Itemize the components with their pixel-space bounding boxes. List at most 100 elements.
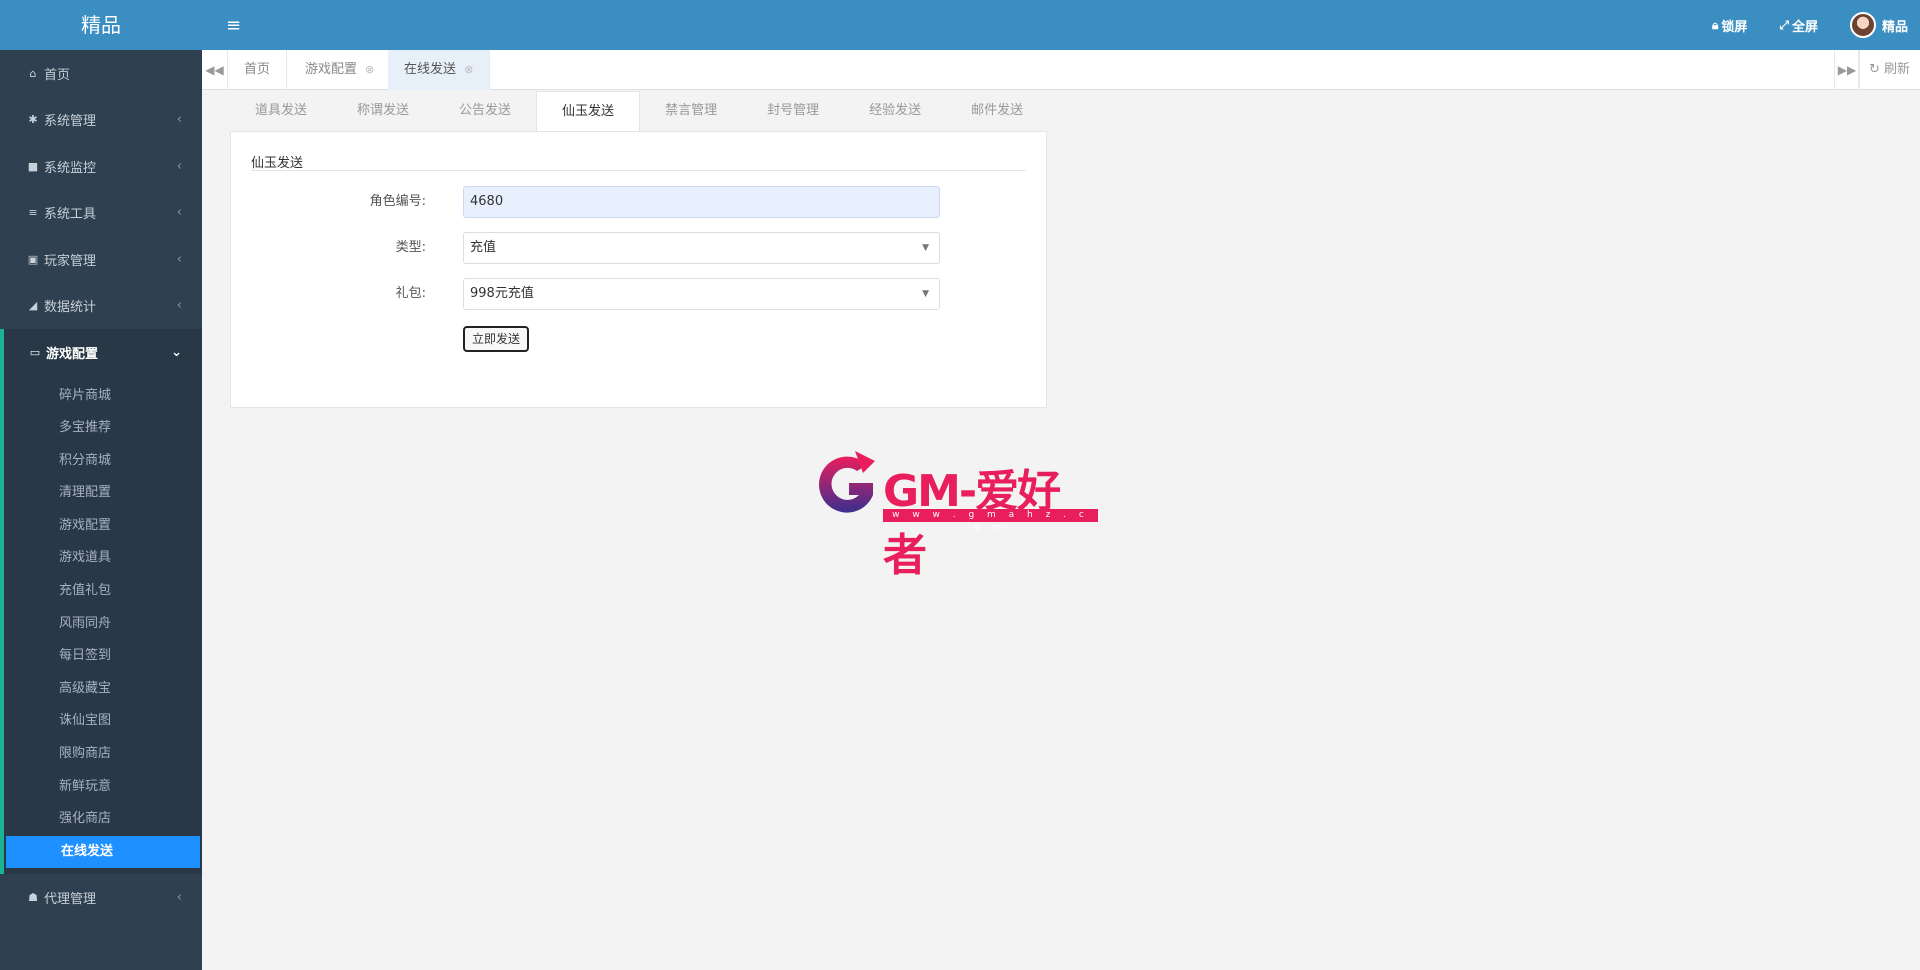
top-right-actions: 🔒︎ 锁屏 ⤢ 全屏 精品 bbox=[1680, 0, 1908, 50]
tabs-scroll-left-icon[interactable]: ◀◀ bbox=[202, 50, 228, 90]
sidebar-item-label: 首页 bbox=[44, 67, 71, 83]
caret-down-icon: ▼ bbox=[922, 289, 929, 299]
sidebar-item-data-statistics[interactable]: ◢ 数据统计 ‹ bbox=[0, 283, 202, 330]
home-icon: ⌂ bbox=[29, 66, 37, 80]
type-row: 类型: 充值 ▼ bbox=[231, 232, 1046, 264]
subtab-ban-management[interactable]: 封号管理 bbox=[742, 91, 844, 131]
divider bbox=[251, 170, 1026, 171]
type-label: 类型: bbox=[395, 240, 426, 255]
caret-down-icon: ▼ bbox=[922, 243, 929, 253]
user-menu[interactable]: 精品 bbox=[1849, 12, 1908, 38]
fullscreen-button[interactable]: ⤢ 全屏 bbox=[1779, 16, 1818, 35]
tab-label: 首页 bbox=[244, 62, 271, 77]
fullscreen-label: 全屏 bbox=[1791, 19, 1818, 35]
role-id-row: 角色编号: 4680 bbox=[231, 186, 1046, 218]
gift-row: 礼包: 998元充值 ▼ bbox=[231, 278, 1046, 310]
chevron-left-icon: ‹ bbox=[176, 890, 182, 906]
lock-screen-button[interactable]: 🔒︎ 锁屏 bbox=[1712, 16, 1747, 35]
page-tabs-bar: ◀◀ 首页 游戏配置 ⊗ 在线发送 ⊗ ▶▶ ↻ 刷新 bbox=[202, 50, 1920, 90]
submenu-item[interactable]: 风雨同舟 bbox=[4, 608, 202, 641]
sidebar: 精品 ⌂ 首页 ✱ 系统管理 ‹ ■ 系统监控 ‹ ≡ 系统工具 ‹ ▣ 玩家管… bbox=[0, 0, 202, 970]
tab-game-config[interactable]: 游戏配置 ⊗ bbox=[289, 50, 392, 90]
sidebar-item-game-config[interactable]: ▭ 游戏配置 ⌄ bbox=[0, 329, 202, 376]
subtab-mute-management[interactable]: 禁言管理 bbox=[640, 91, 742, 131]
tab-label: 在线发送 bbox=[404, 62, 457, 77]
gift-label: 礼包: bbox=[395, 286, 426, 301]
menu-toggle-icon[interactable]: ≡ bbox=[226, 15, 241, 36]
tabs-scroll-right-icon[interactable]: ▶▶ bbox=[1834, 50, 1860, 90]
game-config-submenu: 碎片商城 多宝推荐 积分商城 清理配置 游戏配置 游戏道具 充值礼包 风雨同舟 … bbox=[0, 375, 202, 875]
submenu-item[interactable]: 游戏配置 bbox=[4, 510, 202, 543]
submenu-item[interactable]: 充值礼包 bbox=[4, 575, 202, 608]
chevron-left-icon: ‹ bbox=[176, 298, 182, 314]
desktop-icon: ▭ bbox=[29, 345, 41, 359]
subtab-title-send[interactable]: 称谓发送 bbox=[332, 91, 434, 131]
user-name: 精品 bbox=[1881, 19, 1908, 35]
gm-logo: GM-爱好者 w w w . g m a h z . c o m bbox=[815, 447, 1100, 581]
role-id-label: 角色编号: bbox=[369, 194, 426, 209]
subtab-notice-send[interactable]: 公告发送 bbox=[434, 91, 536, 131]
expand-icon: ⤢ bbox=[1779, 17, 1789, 32]
sidebar-item-agent-management[interactable]: ☗ 代理管理 ‹ bbox=[0, 874, 202, 921]
sidebar-item-system-tools[interactable]: ≡ 系统工具 ‹ bbox=[0, 190, 202, 237]
send-now-button[interactable]: 立即发送 bbox=[463, 326, 529, 352]
gift-select-value: 998元充值 bbox=[470, 286, 534, 301]
avatar bbox=[1849, 12, 1876, 38]
submenu-item[interactable]: 积分商城 bbox=[4, 445, 202, 478]
logo-url: w w w . g m a h z . c o m bbox=[883, 509, 1098, 533]
chevron-left-icon: ‹ bbox=[176, 205, 182, 221]
user-card-icon: ▣ bbox=[27, 252, 39, 266]
jade-send-panel: 仙玉发送 角色编号: 4680 类型: 充值 ▼ 礼包: 998元充值 ▼ 立即… bbox=[230, 131, 1047, 408]
chevron-left-icon: ‹ bbox=[176, 158, 182, 174]
chevron-left-icon: ‹ bbox=[176, 112, 182, 128]
submenu-item[interactable]: 游戏道具 bbox=[4, 542, 202, 575]
sidebar-item-player-management[interactable]: ▣ 玩家管理 ‹ bbox=[0, 236, 202, 283]
type-select[interactable]: 充值 ▼ bbox=[463, 232, 940, 264]
subtab-mail-send[interactable]: 邮件发送 bbox=[946, 91, 1048, 131]
list-icon: ≡ bbox=[28, 206, 38, 220]
close-icon[interactable]: ⊗ bbox=[464, 63, 473, 76]
brand-title: 精品 bbox=[0, 0, 202, 50]
refresh-label: 刷新 bbox=[1883, 62, 1910, 77]
sidebar-item-label: 玩家管理 bbox=[44, 253, 97, 269]
chevron-down-icon: ⌄ bbox=[171, 344, 182, 360]
tab-home[interactable]: 首页 bbox=[228, 50, 288, 90]
sidebar-item-label: 游戏配置 bbox=[46, 346, 99, 362]
submenu-item[interactable]: 限购商店 bbox=[4, 738, 202, 771]
sidebar-item-label: 数据统计 bbox=[44, 300, 97, 316]
submenu-item[interactable]: 诛仙宝图 bbox=[4, 705, 202, 738]
sidebar-item-system-monitor[interactable]: ■ 系统监控 ‹ bbox=[0, 143, 202, 190]
refresh-icon: ↻ bbox=[1868, 62, 1880, 77]
submenu-item[interactable]: 新鲜玩意 bbox=[4, 771, 202, 804]
sidebar-item-label: 系统监控 bbox=[44, 160, 97, 176]
subtab-jade-send[interactable]: 仙玉发送 bbox=[536, 91, 641, 131]
area-chart-icon: ◢ bbox=[28, 299, 38, 313]
submenu-item[interactable]: 高级藏宝 bbox=[4, 673, 202, 706]
subtab-item-send[interactable]: 道具发送 bbox=[230, 91, 332, 131]
sidebar-item-system-management[interactable]: ✱ 系统管理 ‹ bbox=[0, 97, 202, 144]
role-id-input[interactable]: 4680 bbox=[463, 186, 940, 218]
sub-tabs: 道具发送 称谓发送 公告发送 仙玉发送 禁言管理 封号管理 经验发送 邮件发送 bbox=[230, 91, 1048, 131]
submenu-item-online-send[interactable]: 在线发送 bbox=[6, 835, 200, 869]
subtab-exp-send[interactable]: 经验发送 bbox=[844, 91, 946, 131]
sidebar-item-label: 系统管理 bbox=[44, 114, 97, 130]
gear-icon: ✱ bbox=[28, 113, 38, 127]
lock-label: 锁屏 bbox=[1721, 19, 1748, 35]
sidebar-item-label: 代理管理 bbox=[44, 892, 97, 908]
tab-online-send[interactable]: 在线发送 ⊗ bbox=[388, 50, 491, 90]
sidebar-item-home[interactable]: ⌂ 首页 bbox=[0, 50, 202, 97]
submenu-item[interactable]: 碎片商城 bbox=[4, 380, 202, 413]
panel-title: 仙玉发送 bbox=[251, 156, 304, 171]
refresh-button[interactable]: ↻ 刷新 bbox=[1857, 50, 1920, 90]
submenu-item[interactable]: 多宝推荐 bbox=[4, 412, 202, 445]
gift-select[interactable]: 998元充值 ▼ bbox=[463, 278, 940, 310]
chevron-left-icon: ‹ bbox=[176, 251, 182, 267]
submenu-item[interactable]: 每日签到 bbox=[4, 640, 202, 673]
sidebar-item-label: 系统工具 bbox=[44, 207, 97, 223]
tab-label: 游戏配置 bbox=[305, 62, 358, 77]
close-icon[interactable]: ⊗ bbox=[365, 63, 374, 76]
top-bar: ≡ 🔒︎ 锁屏 ⤢ 全屏 精品 bbox=[202, 0, 1920, 50]
submenu-item[interactable]: 强化商店 bbox=[4, 803, 202, 836]
lock-icon: 🔒︎ bbox=[1711, 17, 1719, 32]
submenu-item[interactable]: 清理配置 bbox=[4, 477, 202, 510]
